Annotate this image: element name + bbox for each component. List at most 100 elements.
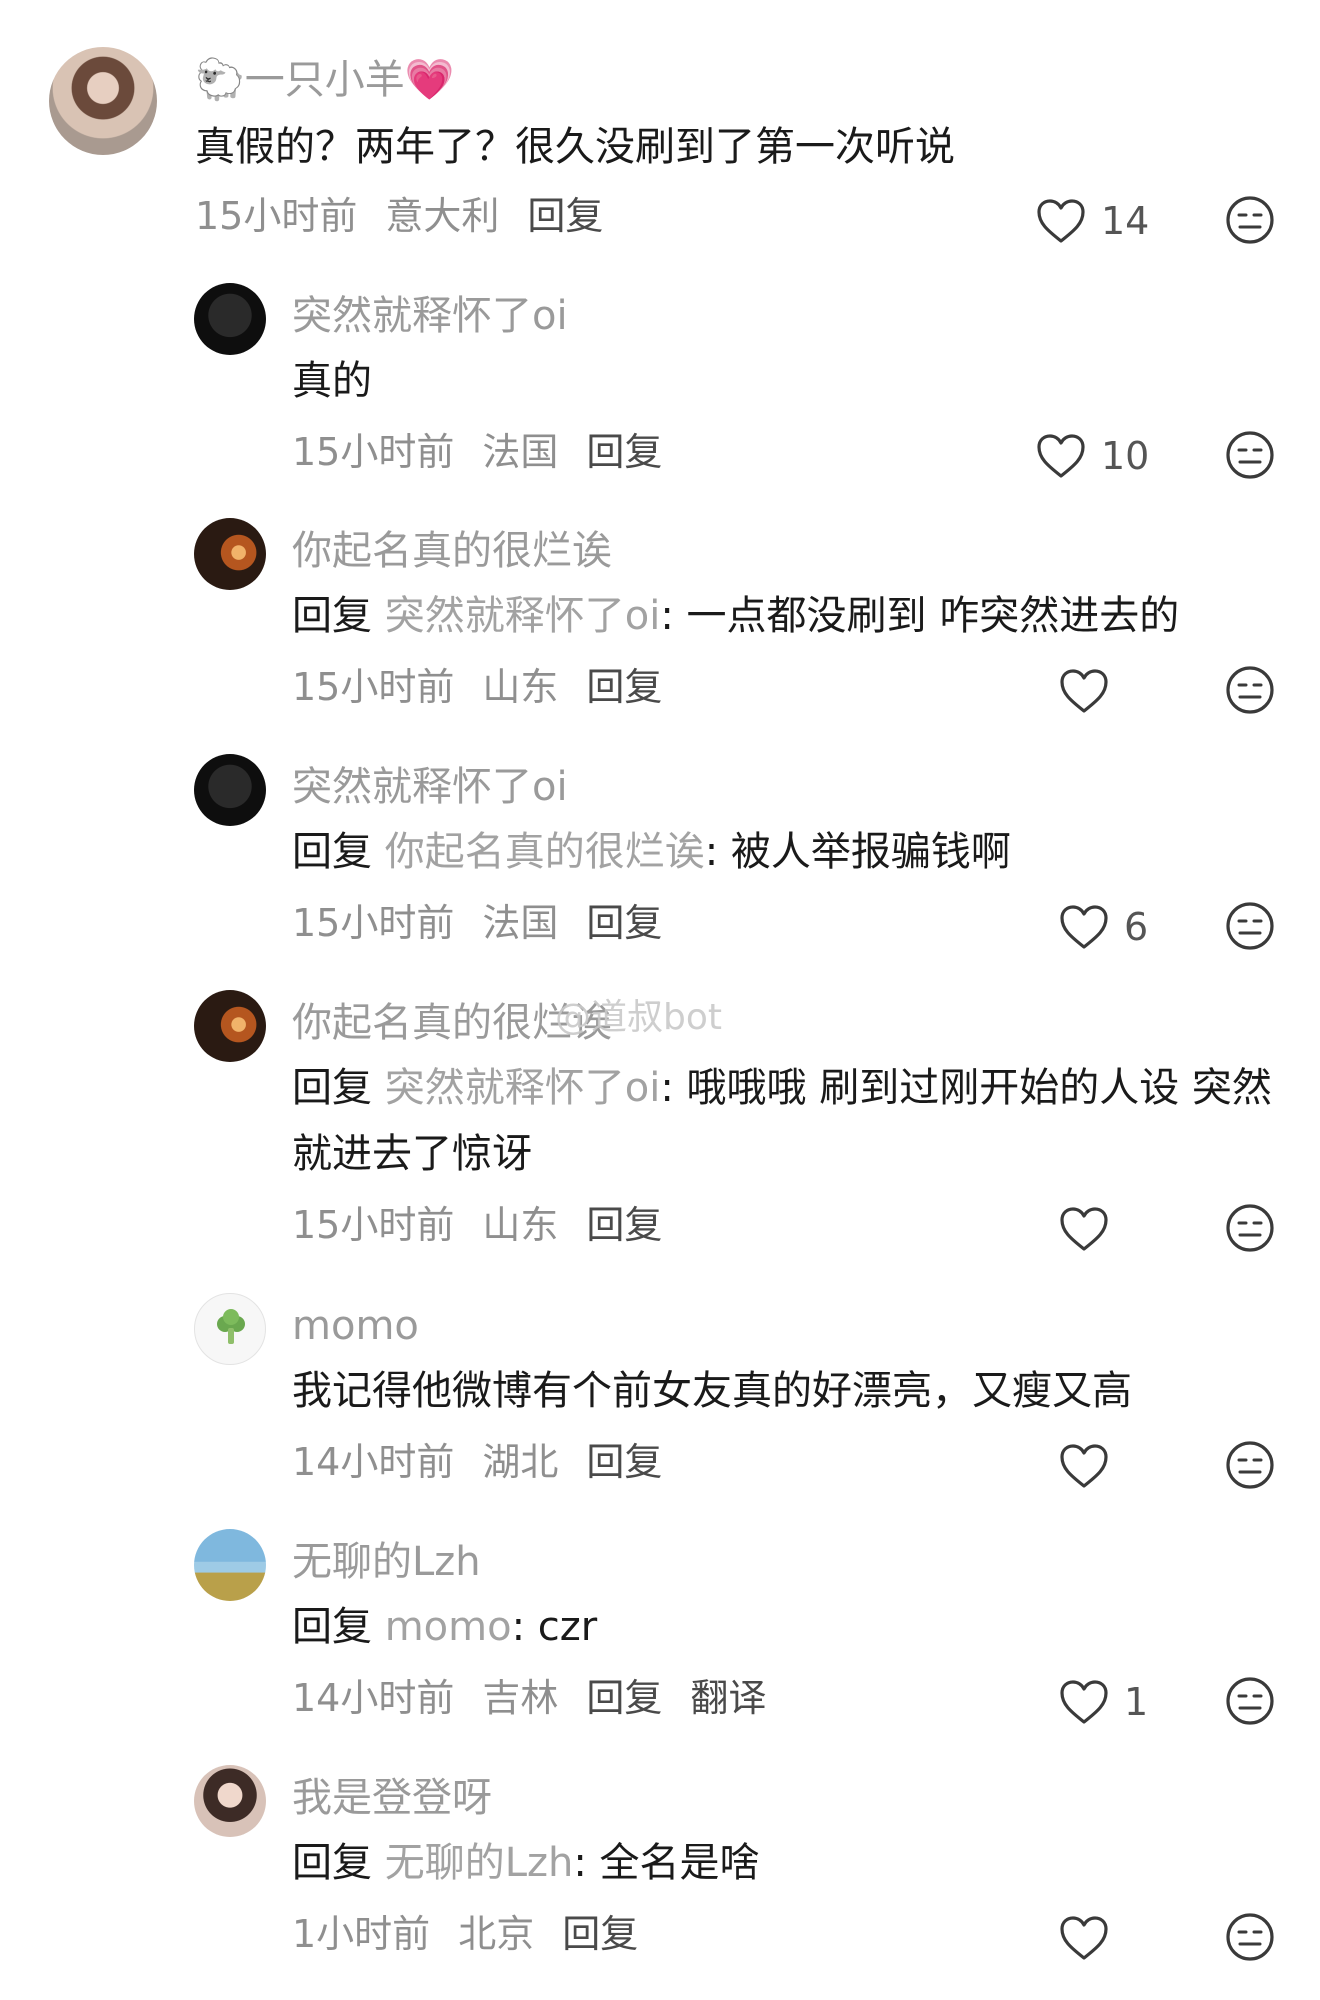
- comment-meta: 15小时前 山东 回复: [292, 659, 690, 715]
- reply-button[interactable]: 回复: [586, 1676, 662, 1720]
- neutral-face-icon: [1226, 431, 1274, 479]
- mention-link[interactable]: 突然就释怀了oi: [385, 1065, 661, 1111]
- heart-outline-icon: [1060, 1916, 1108, 1960]
- like-button[interactable]: 14: [1035, 193, 1149, 249]
- reply-button[interactable]: 回复: [586, 1203, 662, 1247]
- dislike-button[interactable]: [1224, 1675, 1276, 1727]
- comment-meta: 15小时前 法国 回复: [292, 424, 690, 480]
- like-count: 14: [1101, 199, 1150, 243]
- dislike-button[interactable]: [1224, 1202, 1276, 1254]
- like-count: 10: [1101, 434, 1150, 478]
- reply-button[interactable]: 回复: [586, 901, 662, 945]
- comment-text: 真假的？两年了？很久没刷到了第一次听说: [195, 124, 955, 170]
- comment-meta: 1小时前 北京 回复: [292, 1906, 666, 1962]
- avatar[interactable]: [194, 1765, 266, 1837]
- comment-location: 意大利: [385, 194, 500, 238]
- reply-prefix: 回复: [292, 829, 372, 875]
- avatar[interactable]: [194, 1293, 266, 1365]
- comment-username[interactable]: 突然就释怀了oi: [292, 288, 568, 344]
- avatar[interactable]: [194, 1529, 266, 1601]
- like-button[interactable]: 10: [1035, 428, 1149, 484]
- heart-outline-icon: [1060, 1207, 1108, 1251]
- neutral-face-icon: [1226, 902, 1274, 950]
- dislike-button[interactable]: [1224, 664, 1276, 716]
- comment-time: 1小时前: [292, 1912, 431, 1956]
- comment-username[interactable]: 无聊的Lzh: [292, 1534, 481, 1590]
- like-button[interactable]: 1: [1058, 1674, 1148, 1730]
- neutral-face-icon: [1226, 196, 1274, 244]
- reply-button[interactable]: 回复: [586, 665, 662, 709]
- heart-outline-icon: [1060, 669, 1108, 713]
- like-button[interactable]: [1058, 1910, 1110, 1966]
- avatar[interactable]: [194, 518, 266, 590]
- comment-location: 北京: [458, 1912, 535, 1956]
- comment-username[interactable]: 🐑一只小羊💗: [195, 52, 455, 108]
- mention-link[interactable]: 无聊的Lzh: [385, 1840, 574, 1886]
- comment-text: 回复 无聊的Lzh: 全名是啥: [292, 1830, 1282, 1896]
- avatar[interactable]: [194, 283, 266, 355]
- like-button[interactable]: [1058, 663, 1110, 719]
- reply-body: : 一点都没刷到 咋突然进去的: [660, 593, 1180, 639]
- reply-button[interactable]: 回复: [586, 1440, 662, 1484]
- comment-location: 吉林: [482, 1676, 559, 1720]
- neutral-face-icon: [1226, 1441, 1274, 1489]
- comment-meta: 15小时前 法国 回复: [292, 895, 690, 951]
- mention-link[interactable]: momo: [385, 1604, 512, 1650]
- mention-link[interactable]: 突然就释怀了oi: [385, 593, 661, 639]
- reply-prefix: 回复: [292, 1604, 372, 1650]
- like-count: 6: [1124, 905, 1149, 949]
- heart-outline-icon: [1060, 1680, 1108, 1724]
- comment-text: 回复 突然就释怀了oi: 一点都没刷到 咋突然进去的: [292, 583, 1282, 649]
- neutral-face-icon: [1226, 1677, 1274, 1725]
- dislike-button[interactable]: [1224, 1439, 1276, 1491]
- comment-location: 法国: [482, 901, 559, 945]
- reply-prefix: 回复: [292, 593, 372, 639]
- comment-username[interactable]: momo: [292, 1298, 419, 1354]
- neutral-face-icon: [1226, 1204, 1274, 1252]
- avatar[interactable]: [49, 47, 157, 155]
- avatar[interactable]: [194, 990, 266, 1062]
- comment-time: 15小时前: [292, 1203, 455, 1247]
- like-button[interactable]: [1058, 1201, 1110, 1257]
- reply-button[interactable]: 回复: [586, 430, 662, 474]
- mention-link[interactable]: 你起名真的很烂诶: [385, 829, 705, 875]
- heart-outline-icon: [1060, 905, 1108, 949]
- comment-text: 回复 你起名真的很烂诶: 被人举报骗钱啊: [292, 819, 1282, 885]
- reply-body: : 被人举报骗钱啊: [704, 829, 1011, 875]
- comment-location: 湖北: [482, 1440, 559, 1484]
- like-count: 1: [1124, 1680, 1149, 1724]
- reply-body: : czr: [511, 1604, 598, 1650]
- dislike-button[interactable]: [1224, 1911, 1276, 1963]
- comment-location: 山东: [482, 1203, 559, 1247]
- neutral-face-icon: [1226, 666, 1274, 714]
- comment-text: 真的: [292, 358, 372, 404]
- comment-time: 15小时前: [195, 194, 358, 238]
- dislike-button[interactable]: [1224, 194, 1276, 246]
- comment-text: 我记得他微博有个前女友真的好漂亮，又瘦又高: [292, 1368, 1132, 1414]
- comment-username[interactable]: 你起名真的很烂诶: [292, 523, 612, 579]
- like-button[interactable]: 6: [1058, 899, 1148, 955]
- broccoli-icon: [195, 1308, 265, 1352]
- comment-username[interactable]: 突然就释怀了oi: [292, 759, 568, 815]
- translate-button[interactable]: 翻译: [690, 1676, 766, 1720]
- reply-prefix: 回复: [292, 1840, 372, 1886]
- comment-meta: 14小时前 湖北 回复: [292, 1434, 690, 1490]
- dislike-button[interactable]: [1224, 429, 1276, 481]
- comment-meta: 15小时前 山东 回复: [292, 1197, 690, 1253]
- comment-location: 山东: [482, 665, 559, 709]
- dislike-button[interactable]: [1224, 900, 1276, 952]
- reply-prefix: 回复: [292, 1065, 372, 1111]
- watermark: @道叔bot: [555, 997, 722, 1038]
- reply-button[interactable]: 回复: [527, 194, 603, 238]
- comment-text: 回复 突然就释怀了oi: 哦哦哦 刷到过刚开始的人设 突然就进去了惊讶: [292, 1055, 1287, 1187]
- comment-time: 14小时前: [292, 1676, 455, 1720]
- like-button[interactable]: [1058, 1438, 1110, 1494]
- comment-time: 15小时前: [292, 901, 455, 945]
- comment-meta: 15小时前 意大利 回复: [195, 188, 631, 244]
- neutral-face-icon: [1226, 1913, 1274, 1961]
- heart-outline-icon: [1037, 434, 1085, 478]
- comment-time: 14小时前: [292, 1440, 455, 1484]
- avatar[interactable]: [194, 754, 266, 826]
- comment-username[interactable]: 我是登登呀: [292, 1770, 492, 1826]
- reply-button[interactable]: 回复: [562, 1912, 638, 1956]
